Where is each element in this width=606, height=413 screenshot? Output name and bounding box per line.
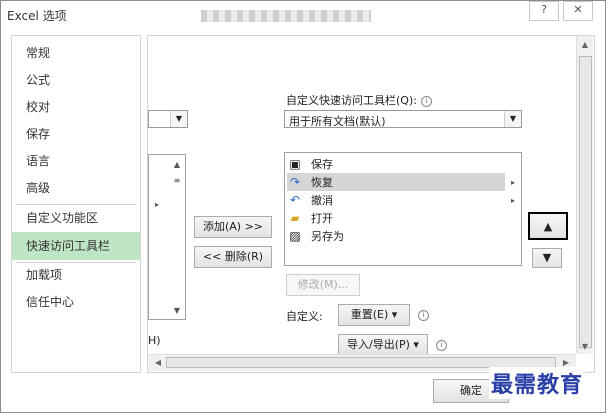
watermark-text: 最需教育 (489, 367, 586, 399)
list-item-label: 恢复 (311, 176, 333, 189)
sidebar-item-quick-access-toolbar[interactable]: 快速访问工具栏 (12, 232, 140, 260)
remove-button[interactable]: << 删除(R) (194, 246, 272, 268)
reset-button[interactable]: 重置(E) ▾ (338, 304, 410, 326)
show-hide-label[interactable]: H) (148, 334, 161, 347)
options-sidebar: 常规 公式 校对 保存 语言 高级 自定义功能区 快速访问工具栏 加载项 信任中… (11, 35, 141, 373)
sidebar-item-add-ins[interactable]: 加载项 (12, 264, 140, 286)
move-up-button[interactable]: ▲ (528, 212, 568, 240)
list-item[interactable]: ↶ 撤消 (287, 191, 505, 209)
blurred-area (201, 10, 371, 22)
scroll-left-icon[interactable]: ◀ (150, 356, 166, 370)
scroll-thumb-icon[interactable]: ≡ (171, 173, 183, 189)
folder-icon: ▰ (290, 211, 300, 225)
add-button[interactable]: 添加(A) >> (194, 216, 272, 238)
redo-icon: ↷ (289, 175, 301, 189)
qat-scope-combo[interactable]: 用于所有文档(默认) ▼ (284, 110, 522, 128)
undo-icon: ↶ (289, 193, 301, 207)
sidebar-divider (16, 262, 136, 263)
info-icon: i (418, 310, 429, 321)
sidebar-item-proofing[interactable]: 校对 (12, 96, 140, 118)
customize-qat-text: 自定义快速访问工具栏(Q): (286, 94, 417, 107)
list-item[interactable]: ↷ 恢复 (287, 173, 505, 191)
qat-scope-value: 用于所有文档(默认) (289, 115, 386, 128)
customize-qat-label: 自定义快速访问工具栏(Q): i (286, 92, 432, 108)
list-item-label: 打开 (311, 212, 333, 225)
list-item[interactable]: ▨ 另存为 (287, 227, 505, 245)
qat-commands-list[interactable]: ▣ 保存 ↷ 恢复 ↶ 撤消 ▰ 打开 ▨ 另存为 ▸ ▸ (284, 152, 522, 266)
content-vertical-scrollbar[interactable]: ▲ ▼ (576, 36, 593, 354)
available-commands-list[interactable]: ▲ ≡ ▸ ▼ (148, 154, 186, 320)
modify-button[interactable]: 修改(M)... (286, 274, 360, 296)
import-export-button[interactable]: 导入/导出(P) ▾ (338, 334, 428, 356)
scroll-down-icon[interactable]: ▼ (577, 340, 593, 354)
window-title: Excel 选项 (7, 9, 67, 23)
submenu-arrow-icon: ▸ (154, 200, 159, 209)
submenu-arrow-icon[interactable]: ▸ (507, 175, 519, 191)
content-pane: ▼ ▲ ≡ ▸ ▼ H) 添加(A) >> << 删除(R) 自定义快速访问工具… (147, 35, 595, 373)
sidebar-item-customize-ribbon[interactable]: 自定义功能区 (12, 207, 140, 229)
list-item[interactable]: ▰ 打开 (287, 209, 505, 227)
info-icon: i (436, 340, 447, 351)
scroll-up-icon[interactable]: ▲ (171, 157, 183, 173)
sidebar-item-advanced[interactable]: 高级 (12, 177, 140, 199)
save-icon: ▣ (289, 157, 301, 171)
sidebar-item-formulas[interactable]: 公式 (12, 69, 140, 91)
triangle-down-icon: ▼ (542, 251, 552, 264)
sidebar-divider (16, 204, 136, 205)
excel-options-window: Excel 选项 ? ✕ 常规 公式 校对 保存 语言 高级 自定义功能区 快速… (0, 0, 606, 413)
triangle-up-icon: ▲ (543, 220, 553, 233)
chevron-down-icon: ▼ (170, 111, 187, 127)
list-item[interactable]: ▣ 保存 (287, 155, 505, 173)
move-down-button[interactable]: ▼ (532, 248, 562, 268)
scroll-down-icon[interactable]: ▼ (171, 303, 183, 319)
sidebar-item-general[interactable]: 常规 (12, 42, 140, 64)
chevron-down-icon: ▼ (504, 111, 521, 127)
scrollbar-thumb[interactable] (579, 56, 592, 348)
close-button[interactable]: ✕ (563, 1, 593, 21)
help-button[interactable]: ? (529, 1, 559, 21)
sidebar-item-trust-center[interactable]: 信任中心 (12, 291, 140, 313)
title-bar: Excel 选项 ? ✕ (1, 1, 605, 29)
scroll-up-icon[interactable]: ▲ (577, 38, 593, 52)
sidebar-item-language[interactable]: 语言 (12, 150, 140, 172)
commands-from-combo[interactable]: ▼ (148, 110, 188, 128)
customizations-label: 自定义: (286, 310, 323, 323)
list-item-label: 另存为 (311, 230, 344, 243)
sidebar-item-save[interactable]: 保存 (12, 123, 140, 145)
submenu-arrow-icon[interactable]: ▸ (507, 193, 519, 209)
list-item-label: 保存 (311, 158, 333, 171)
save-as-icon: ▨ (289, 229, 301, 243)
list-item-label: 撤消 (311, 194, 333, 207)
info-icon: i (420, 95, 432, 107)
